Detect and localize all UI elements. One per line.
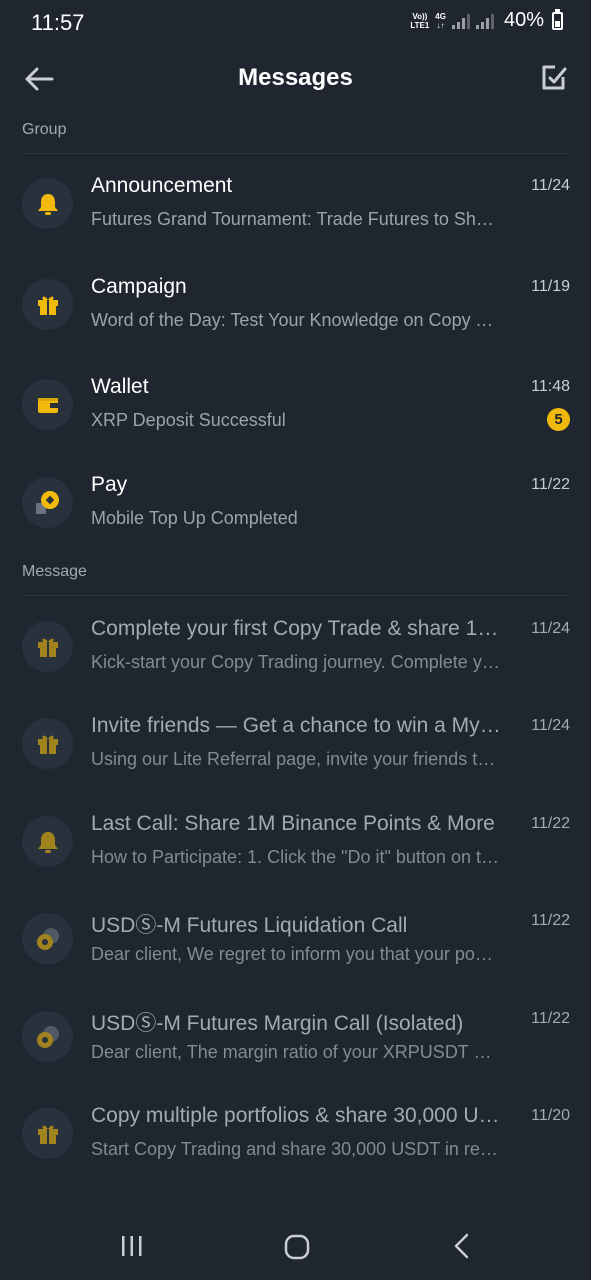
item-title: Campaign xyxy=(91,275,187,298)
item-title: Pay xyxy=(91,473,128,496)
unread-badge: 5 xyxy=(547,408,570,431)
recents-icon xyxy=(122,1236,142,1256)
item-date: 11/19 xyxy=(531,278,570,295)
item-date: 11/22 xyxy=(531,1010,570,1027)
section-title-group: Group xyxy=(22,121,67,138)
item-subtitle: How to Participate: 1. Click the "Do it"… xyxy=(91,847,501,867)
avatar xyxy=(22,816,73,867)
status-bar: 11:57 Vo)) LTE1 4G ↓↑ 40% xyxy=(0,0,591,46)
list-item-message[interactable]: USDⓈ-M Futures Margin Call (Isolated) De… xyxy=(0,999,591,1089)
item-subtitle: Using our Lite Referral page, invite you… xyxy=(91,749,501,769)
item-date: 11/20 xyxy=(531,1107,570,1124)
pay-icon xyxy=(35,490,59,514)
item-title: Invite friends — Get a chance to win a M… xyxy=(91,714,501,737)
gift-icon xyxy=(37,1125,58,1144)
item-subtitle: Futures Grand Tournament: Trade Futures … xyxy=(91,209,501,229)
item-date: 11/24 xyxy=(531,177,570,194)
status-time: 11:57 xyxy=(31,10,85,35)
list-item-message[interactable]: Copy multiple portfolios & share 30,000 … xyxy=(0,1096,591,1186)
item-date: 11/24 xyxy=(531,620,570,637)
header: Messages xyxy=(0,50,591,110)
gift-icon xyxy=(37,735,58,754)
list-item-pay[interactable]: Pay Mobile Top Up Completed 11/22 xyxy=(0,465,591,555)
signal-2-icon xyxy=(475,13,494,29)
home-icon xyxy=(284,1234,310,1260)
edit-check-icon xyxy=(542,65,567,90)
avatar xyxy=(22,477,73,528)
mark-read-button[interactable] xyxy=(539,63,569,93)
item-subtitle: Word of the Day: Test Your Knowledge on … xyxy=(91,310,501,330)
list-item-message[interactable]: Last Call: Share 1M Binance Points & Mor… xyxy=(0,804,591,894)
section-title-message: Message xyxy=(22,563,87,580)
item-subtitle: Start Copy Trading and share 30,000 USDT… xyxy=(91,1139,501,1159)
recents-button[interactable] xyxy=(120,1234,144,1258)
battery-icon xyxy=(552,8,563,30)
list-item-announcement[interactable]: Announcement Futures Grand Tournament: T… xyxy=(0,166,591,256)
avatar xyxy=(22,718,73,769)
network-type-indicator: 4G ↓↑ xyxy=(435,11,446,30)
item-subtitle: Kick-start your Copy Trading journey. Co… xyxy=(91,652,501,672)
battery-percent: 40% xyxy=(503,9,544,31)
list-item-message[interactable]: Invite friends — Get a chance to win a M… xyxy=(0,706,591,796)
avatar xyxy=(22,1108,73,1159)
item-subtitle: XRP Deposit Successful xyxy=(91,410,286,430)
list-item-message[interactable]: Complete your first Copy Trade & share 1… xyxy=(0,609,591,699)
home-button[interactable] xyxy=(284,1234,310,1260)
item-date: 11/22 xyxy=(531,815,570,832)
item-date: 11/22 xyxy=(531,476,570,493)
gift-icon xyxy=(37,638,58,657)
avatar xyxy=(22,379,73,430)
item-title: Wallet xyxy=(91,375,149,398)
coins-icon xyxy=(36,1025,59,1048)
avatar xyxy=(22,279,73,330)
bell-icon xyxy=(37,193,58,215)
page-title: Messages xyxy=(238,64,353,91)
list-item-wallet[interactable]: Wallet XRP Deposit Successful 11:48 5 xyxy=(0,367,591,457)
status-indicators: Vo)) LTE1 4G ↓↑ 40% xyxy=(410,8,563,32)
list-item-campaign[interactable]: Campaign Word of the Day: Test Your Know… xyxy=(0,267,591,357)
avatar xyxy=(22,178,73,229)
chevron-left-icon xyxy=(454,1233,469,1259)
section-divider xyxy=(22,153,569,154)
item-date: 11/22 xyxy=(531,912,570,929)
item-date: 11/24 xyxy=(531,717,570,734)
section-divider xyxy=(22,595,569,596)
avatar xyxy=(22,913,73,964)
avatar xyxy=(22,621,73,672)
bell-icon xyxy=(37,831,58,853)
list-item-message[interactable]: USDⓈ-M Futures Liquidation Call Dear cli… xyxy=(0,901,591,991)
volte-indicator: Vo)) LTE1 xyxy=(410,11,430,30)
item-date: 11:48 xyxy=(531,378,570,395)
item-subtitle: Dear client, We regret to inform you tha… xyxy=(91,944,501,964)
avatar xyxy=(22,1011,73,1062)
item-title: Last Call: Share 1M Binance Points & Mor… xyxy=(91,812,495,835)
system-back-button[interactable] xyxy=(451,1233,473,1259)
item-title: USDⓈ-M Futures Liquidation Call xyxy=(91,914,408,937)
item-title: Announcement xyxy=(91,174,233,197)
item-title: USDⓈ-M Futures Margin Call (Isolated) xyxy=(91,1012,464,1035)
item-subtitle: Dear client, The margin ratio of your XR… xyxy=(91,1042,501,1062)
coins-icon xyxy=(36,927,59,950)
item-title: Copy multiple portfolios & share 30,000 … xyxy=(91,1104,501,1127)
item-subtitle: Mobile Top Up Completed xyxy=(91,508,298,528)
item-title: Complete your first Copy Trade & share 1… xyxy=(91,617,501,640)
signal-1-icon xyxy=(451,13,470,29)
wallet-icon xyxy=(37,397,58,413)
gift-icon xyxy=(37,296,58,315)
system-nav-bar xyxy=(0,1212,591,1280)
